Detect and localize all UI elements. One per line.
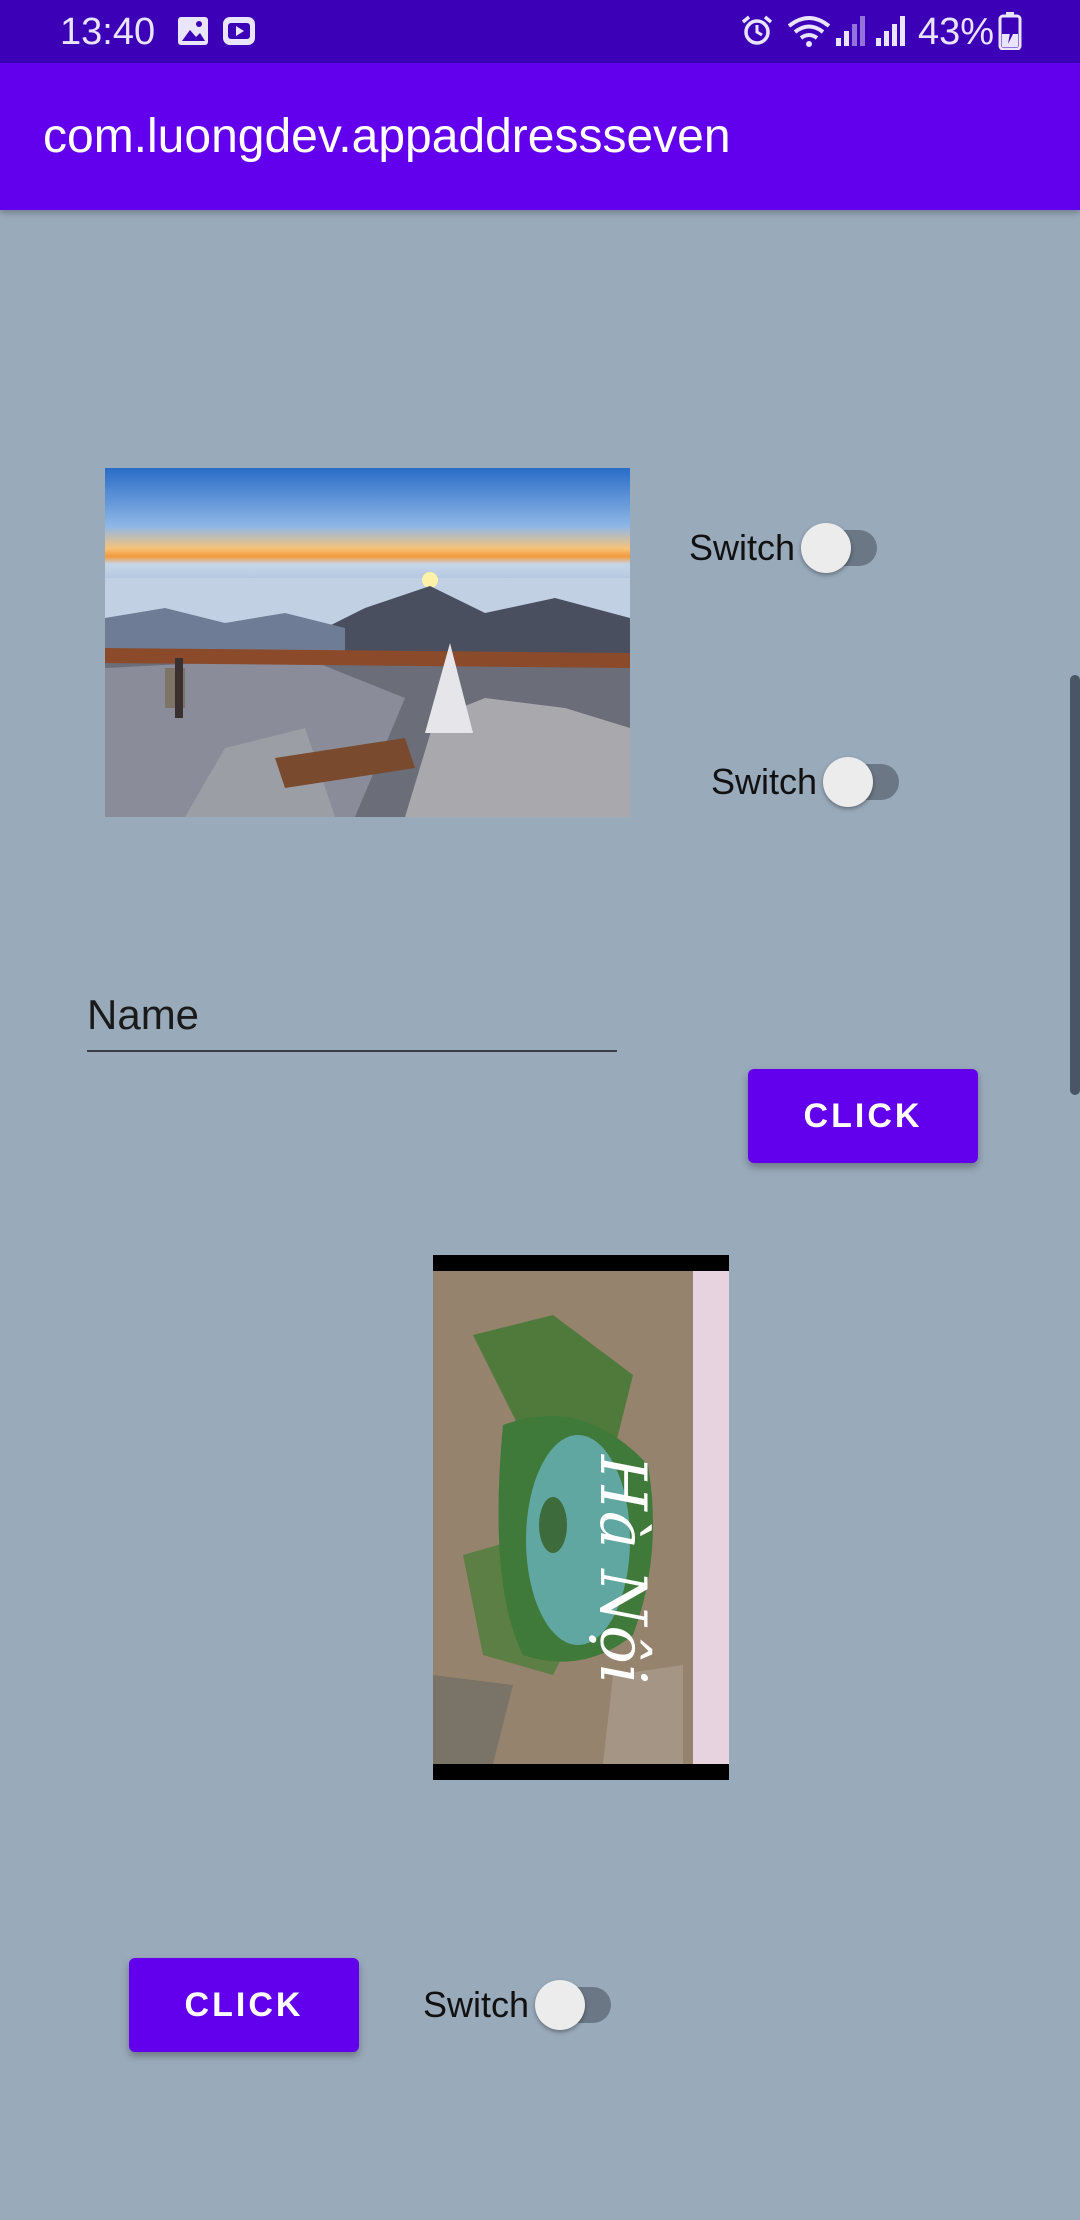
switch-label: Switch <box>711 761 818 802</box>
video-icon <box>223 17 255 45</box>
scrollbar[interactable] <box>1070 675 1080 1095</box>
status-bar: 13:40 43% <box>0 0 1080 63</box>
wifi-icon <box>787 16 831 47</box>
alarm-icon <box>741 15 773 45</box>
switch-3[interactable]: Switch <box>423 1980 612 2030</box>
hanoi-aerial-image: Hà Nội <box>433 1255 729 1780</box>
switch-toggle[interactable] <box>801 523 878 573</box>
status-time: 13:40 <box>60 11 156 53</box>
name-input[interactable] <box>87 980 617 1052</box>
battery-percentage: 43% <box>918 11 995 53</box>
switch-toggle[interactable] <box>535 1980 612 2030</box>
switch-2[interactable]: Switch <box>711 757 900 807</box>
switch-thumb <box>823 757 874 807</box>
switch-1[interactable]: Switch <box>689 523 878 573</box>
click-button-top[interactable]: CLICK <box>748 1069 978 1163</box>
switch-label: Switch <box>689 527 796 568</box>
gallery-icon <box>178 17 208 45</box>
signal-icon <box>876 16 905 46</box>
app-bar: com.luongdev.appaddressseven <box>0 63 1080 210</box>
app-title: com.luongdev.appaddressseven <box>43 110 731 163</box>
switch-thumb <box>801 523 852 573</box>
battery-charging-icon <box>998 12 1022 50</box>
switch-label: Switch <box>423 1984 530 2025</box>
switch-toggle[interactable] <box>823 757 900 807</box>
signal-icon <box>836 16 865 46</box>
click-button-bottom[interactable]: CLICK <box>129 1958 359 2052</box>
mountain-sunrise-image <box>105 468 630 817</box>
svg-text:Hà Nội: Hà Nội <box>585 1454 659 1684</box>
switch-thumb <box>535 1980 586 2030</box>
